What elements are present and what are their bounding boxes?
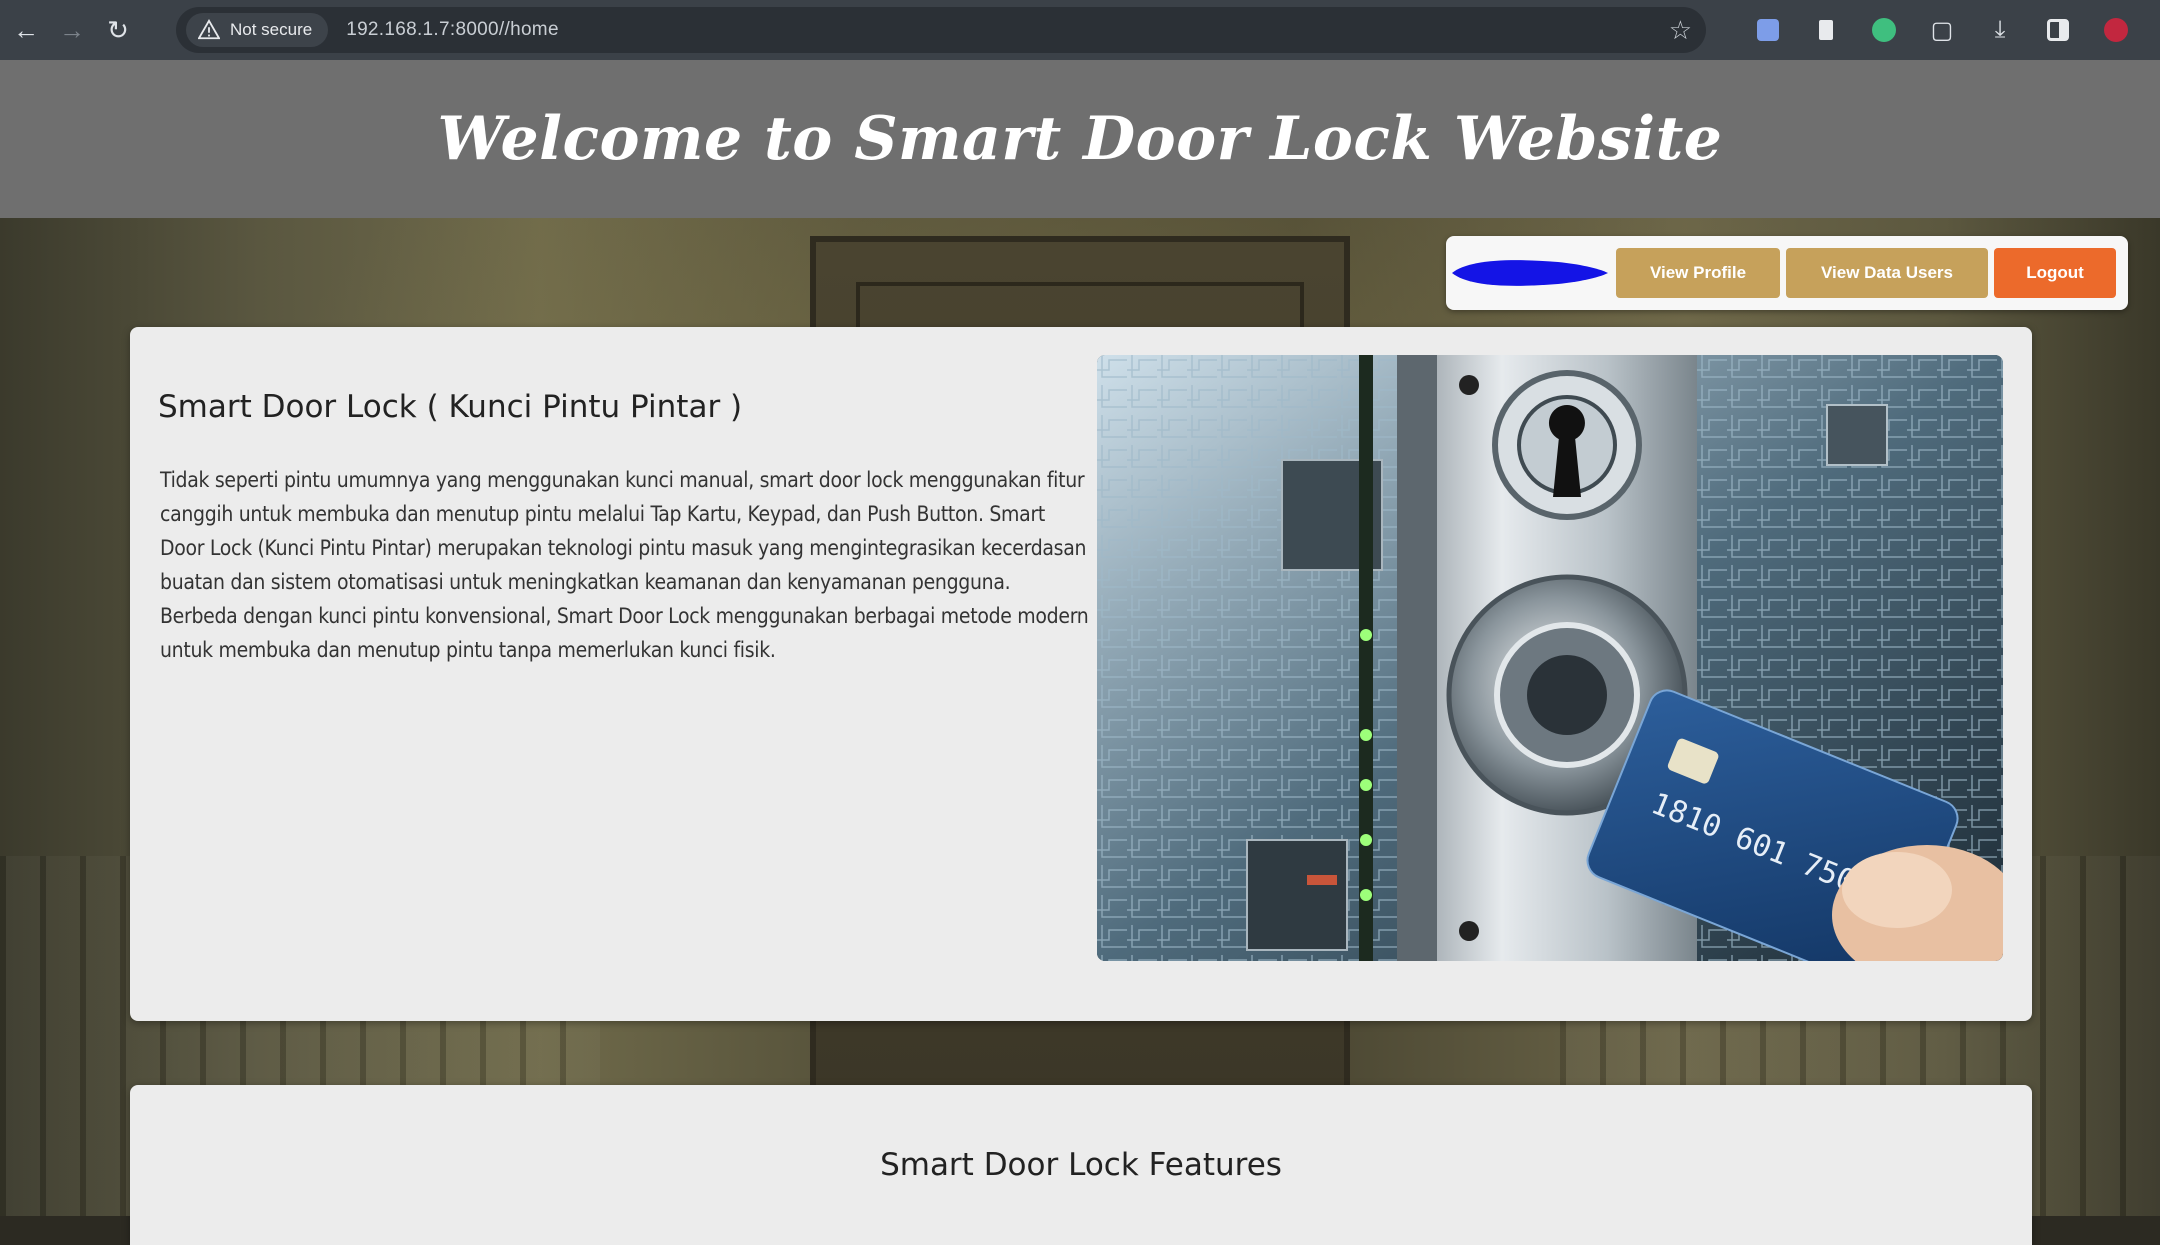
view-data-users-button[interactable]: View Data Users [1786,248,1988,298]
home-link-blob[interactable] [1448,256,1610,290]
url-text[interactable]: 192.168.1.7:8000//home [346,19,559,41]
logout-button[interactable]: Logout [1994,248,2116,298]
warning-icon [198,19,220,40]
browser-toolbar: ← → ↻ Not secure 192.168.1.7:8000//home … [0,0,2160,60]
profile-avatar-icon[interactable] [2096,10,2136,50]
bookmark-star-icon[interactable]: ☆ [1669,15,1692,46]
intro-heading: Smart Door Lock ( Kunci Pintu Pintar ) [158,389,743,425]
side-panel-icon[interactable] [2038,10,2078,50]
forward-arrow-icon[interactable]: → [52,10,92,50]
download-icon[interactable]: ⤓ [1980,10,2020,50]
security-label: Not secure [230,20,313,39]
top-navigation: View Profile View Data Users Logout [1446,236,2128,310]
blob-shape-icon [1452,260,1608,286]
intro-card: Smart Door Lock ( Kunci Pintu Pintar ) T… [130,327,2032,1021]
document-icon[interactable] [1806,10,1846,50]
reload-icon[interactable]: ↻ [98,10,138,50]
address-bar[interactable]: Not secure 192.168.1.7:8000//home ☆ [176,7,1706,53]
back-arrow-icon[interactable]: ← [6,10,46,50]
page-title: Welcome to Smart Door Lock Website [437,104,1723,174]
security-indicator[interactable]: Not secure [186,13,329,47]
smart-lock-image: 1810 601 750 [1097,355,2003,961]
extension-green-icon[interactable] [1864,10,1904,50]
features-card: Smart Door Lock Features [130,1085,2032,1245]
site-header: Welcome to Smart Door Lock Website [0,60,2160,218]
smart-lock-illustration: 1810 601 750 [1097,355,2003,961]
translate-icon[interactable] [1748,10,1788,50]
intro-paragraph: Tidak seperti pintu umumnya yang menggun… [160,468,1089,662]
view-profile-button[interactable]: View Profile [1616,248,1780,298]
puzzle-icon[interactable]: ▢ [1922,10,1962,50]
extensions-bar: ▢ ⤓ [1748,10,2136,50]
features-heading: Smart Door Lock Features [880,1147,1282,1183]
